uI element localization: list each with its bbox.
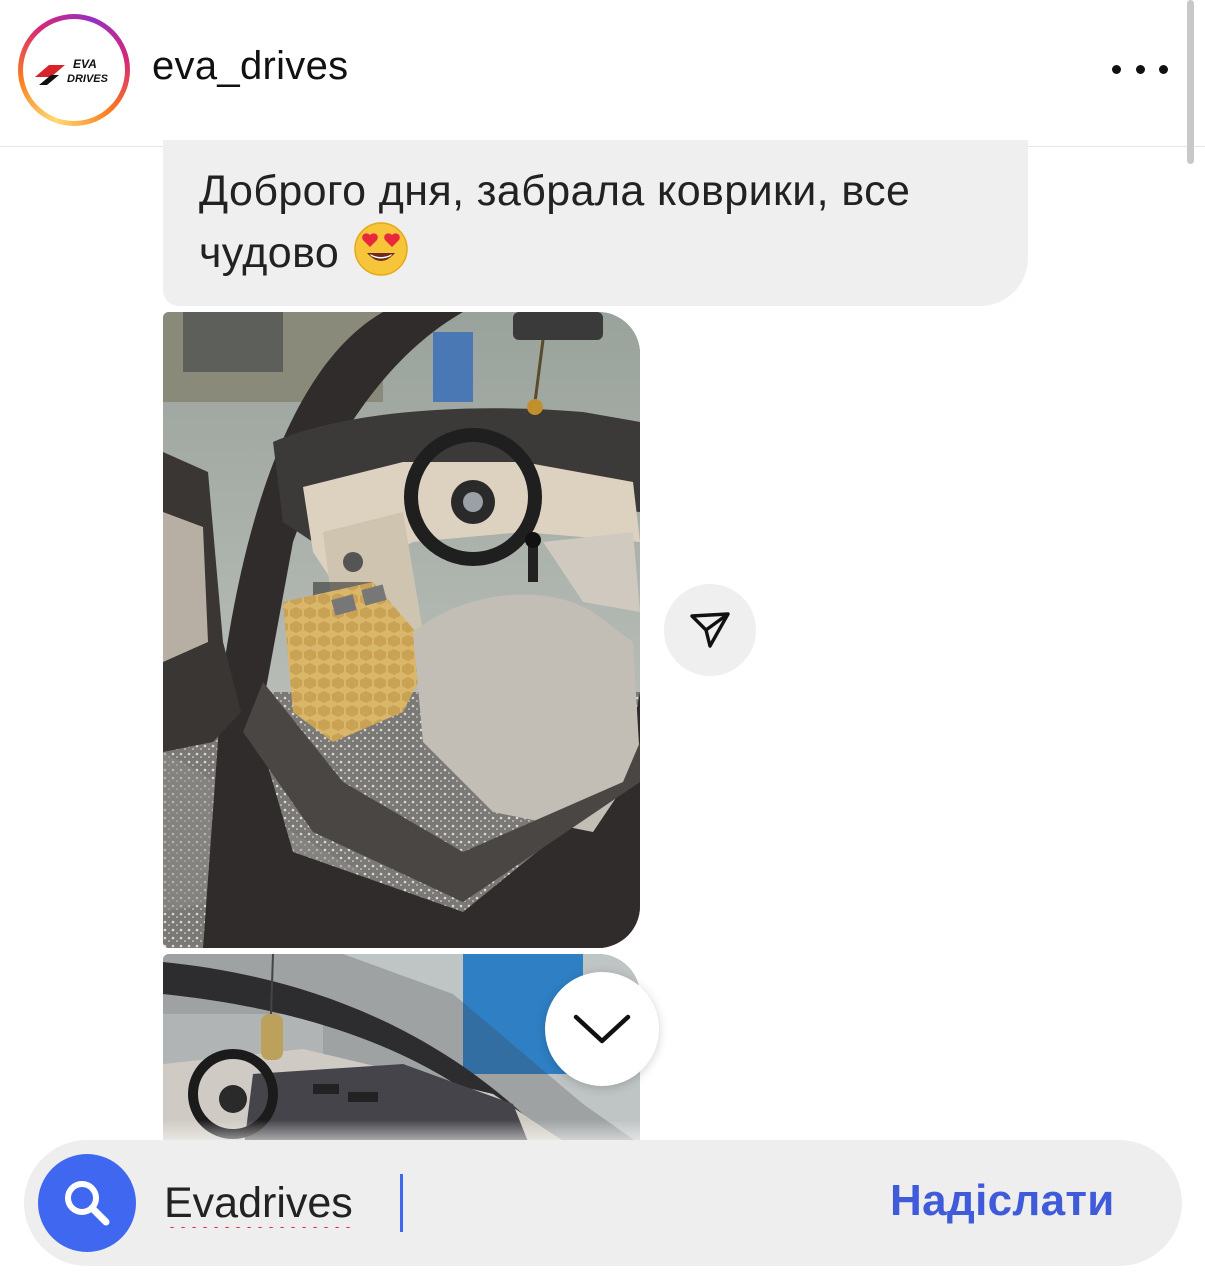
logo-text-eva: EVA (73, 57, 97, 71)
message-composer: Надіслати (24, 1140, 1182, 1266)
chevron-down-icon (573, 1014, 631, 1044)
text-caret (400, 1174, 403, 1232)
car-interior-photo[interactable] (163, 312, 640, 948)
more-horizontal-icon (1112, 64, 1121, 74)
scrollbar[interactable] (1187, 0, 1194, 164)
message-bubble[interactable]: Доброго дня, забрала коврики, все чудово (163, 140, 1028, 306)
logo-text-drives: DRIVES (67, 73, 109, 85)
more-options-button[interactable] (1112, 52, 1168, 86)
send-button[interactable]: Надіслати (890, 1176, 1115, 1226)
heart-eyes-emoji-icon (353, 221, 409, 282)
message-input[interactable] (164, 1170, 704, 1236)
share-button[interactable] (664, 584, 756, 676)
chat-username[interactable]: eva_drives (152, 44, 348, 89)
brand-logo: EVA DRIVES (23, 19, 125, 121)
search-button[interactable] (38, 1154, 136, 1252)
scroll-down-button[interactable] (545, 972, 659, 1086)
share-send-icon (690, 612, 730, 648)
message-text: Доброго дня, забрала коврики, все чудово (199, 167, 911, 277)
avatar[interactable]: EVA DRIVES (18, 14, 130, 126)
search-icon (65, 1181, 110, 1226)
chat-header: EVA DRIVES eva_drives (0, 0, 1205, 164)
